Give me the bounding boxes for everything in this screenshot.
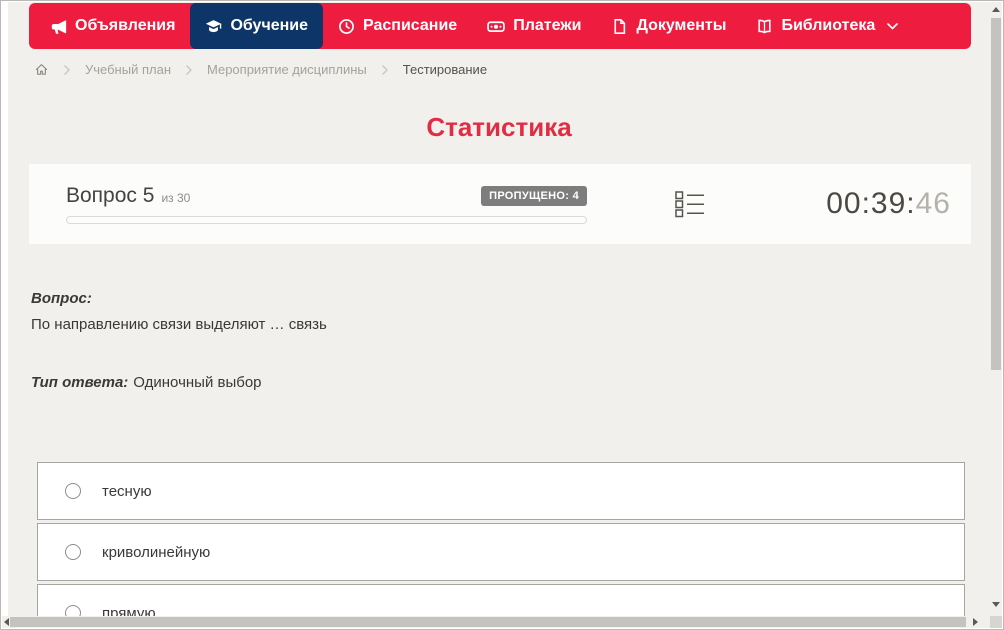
- horizontal-scrollbar-thumb[interactable]: [10, 617, 966, 627]
- answer-option-2[interactable]: криволинейную: [37, 523, 965, 581]
- nav-item-label: Обучение: [230, 17, 309, 34]
- question-block: Вопрос: По направлению связи выделяют … …: [31, 290, 961, 391]
- page-title: Статистика: [426, 112, 572, 142]
- question-progress-left: Вопрос 5 из 30 ПРОПУЩЕНО: 4: [66, 184, 587, 224]
- question-total: из 30: [161, 191, 191, 205]
- nav-item-education[interactable]: Обучение: [190, 3, 324, 49]
- chevron-down-icon: [887, 22, 899, 30]
- nav-item-schedule[interactable]: Расписание: [323, 3, 472, 49]
- breadcrumb-item-study-plan[interactable]: Учебный план: [85, 62, 171, 77]
- answer-option-label: тесную: [102, 482, 152, 500]
- scroll-up-arrow-icon[interactable]: [992, 7, 1000, 12]
- breadcrumb-item-discipline-event[interactable]: Мероприятие дисциплины: [207, 62, 367, 77]
- scroll-down-arrow-icon[interactable]: [992, 602, 1000, 607]
- nav-item-library[interactable]: Библиотека: [741, 3, 913, 49]
- timer-seconds: 46: [915, 187, 951, 220]
- question-prompt-label: Вопрос:: [31, 290, 92, 307]
- question-number: Вопрос 5: [66, 184, 155, 207]
- chevron-right-icon: [185, 64, 193, 76]
- graduation-cap-icon: [205, 18, 222, 35]
- home-icon[interactable]: [34, 62, 49, 77]
- vertical-scrollbar[interactable]: [990, 2, 1002, 617]
- skipped-badge: ПРОПУЩЕНО: 4: [481, 186, 587, 206]
- question-list-icon[interactable]: [675, 190, 705, 218]
- nav-item-label: Объявления: [75, 17, 176, 34]
- horizontal-scrollbar[interactable]: [2, 616, 991, 628]
- scrollbar-corner: [990, 616, 1002, 628]
- document-icon: [611, 18, 628, 35]
- question-prompt-text: По направлению связи выделяют … связь: [31, 316, 327, 333]
- page-content: Объявления Обучение Расписание Платежи Д…: [8, 2, 990, 617]
- answer-option-label: криволинейную: [102, 543, 211, 561]
- nav-item-documents[interactable]: Документы: [596, 3, 741, 49]
- vertical-scrollbar-thumb[interactable]: [991, 18, 1001, 370]
- question-progress-panel: Вопрос 5 из 30 ПРОПУЩЕНО: 4 00:39:46: [29, 164, 971, 244]
- scroll-left-arrow-icon[interactable]: [4, 618, 9, 626]
- answer-option-1[interactable]: тесную: [37, 462, 965, 520]
- chevron-right-icon: [381, 64, 389, 76]
- megaphone-icon: [50, 18, 67, 35]
- answer-options: тесную криволинейную прямую: [37, 462, 965, 617]
- answer-option-3[interactable]: прямую: [37, 584, 965, 617]
- timer: 00:39:46: [826, 187, 951, 221]
- scroll-right-arrow-icon[interactable]: [973, 618, 978, 626]
- banknote-icon: [487, 18, 505, 35]
- main-nav: Объявления Обучение Расписание Платежи Д…: [29, 3, 971, 49]
- clock-icon: [338, 18, 355, 35]
- chevron-right-icon: [63, 64, 71, 76]
- app-window: Объявления Обучение Расписание Платежи Д…: [0, 0, 1004, 630]
- nav-item-payments[interactable]: Платежи: [472, 3, 596, 49]
- nav-item-announcements[interactable]: Объявления: [35, 3, 190, 49]
- open-book-icon: [756, 18, 773, 35]
- radio-button[interactable]: [65, 483, 81, 499]
- breadcrumb: Учебный план Мероприятие дисциплины Тест…: [34, 62, 487, 77]
- answer-type-value: Одиночный выбор: [133, 374, 262, 391]
- answer-type-label: Тип ответа:: [31, 374, 129, 391]
- breadcrumb-item-current: Тестирование: [402, 62, 488, 77]
- nav-item-label: Платежи: [513, 17, 582, 34]
- timer-hours-minutes: 00:39:: [826, 187, 916, 220]
- nav-item-label: Библиотека: [781, 17, 876, 34]
- radio-button[interactable]: [65, 544, 81, 560]
- progress-bar: [66, 216, 587, 224]
- nav-item-label: Документы: [636, 17, 727, 34]
- nav-item-label: Расписание: [363, 17, 458, 34]
